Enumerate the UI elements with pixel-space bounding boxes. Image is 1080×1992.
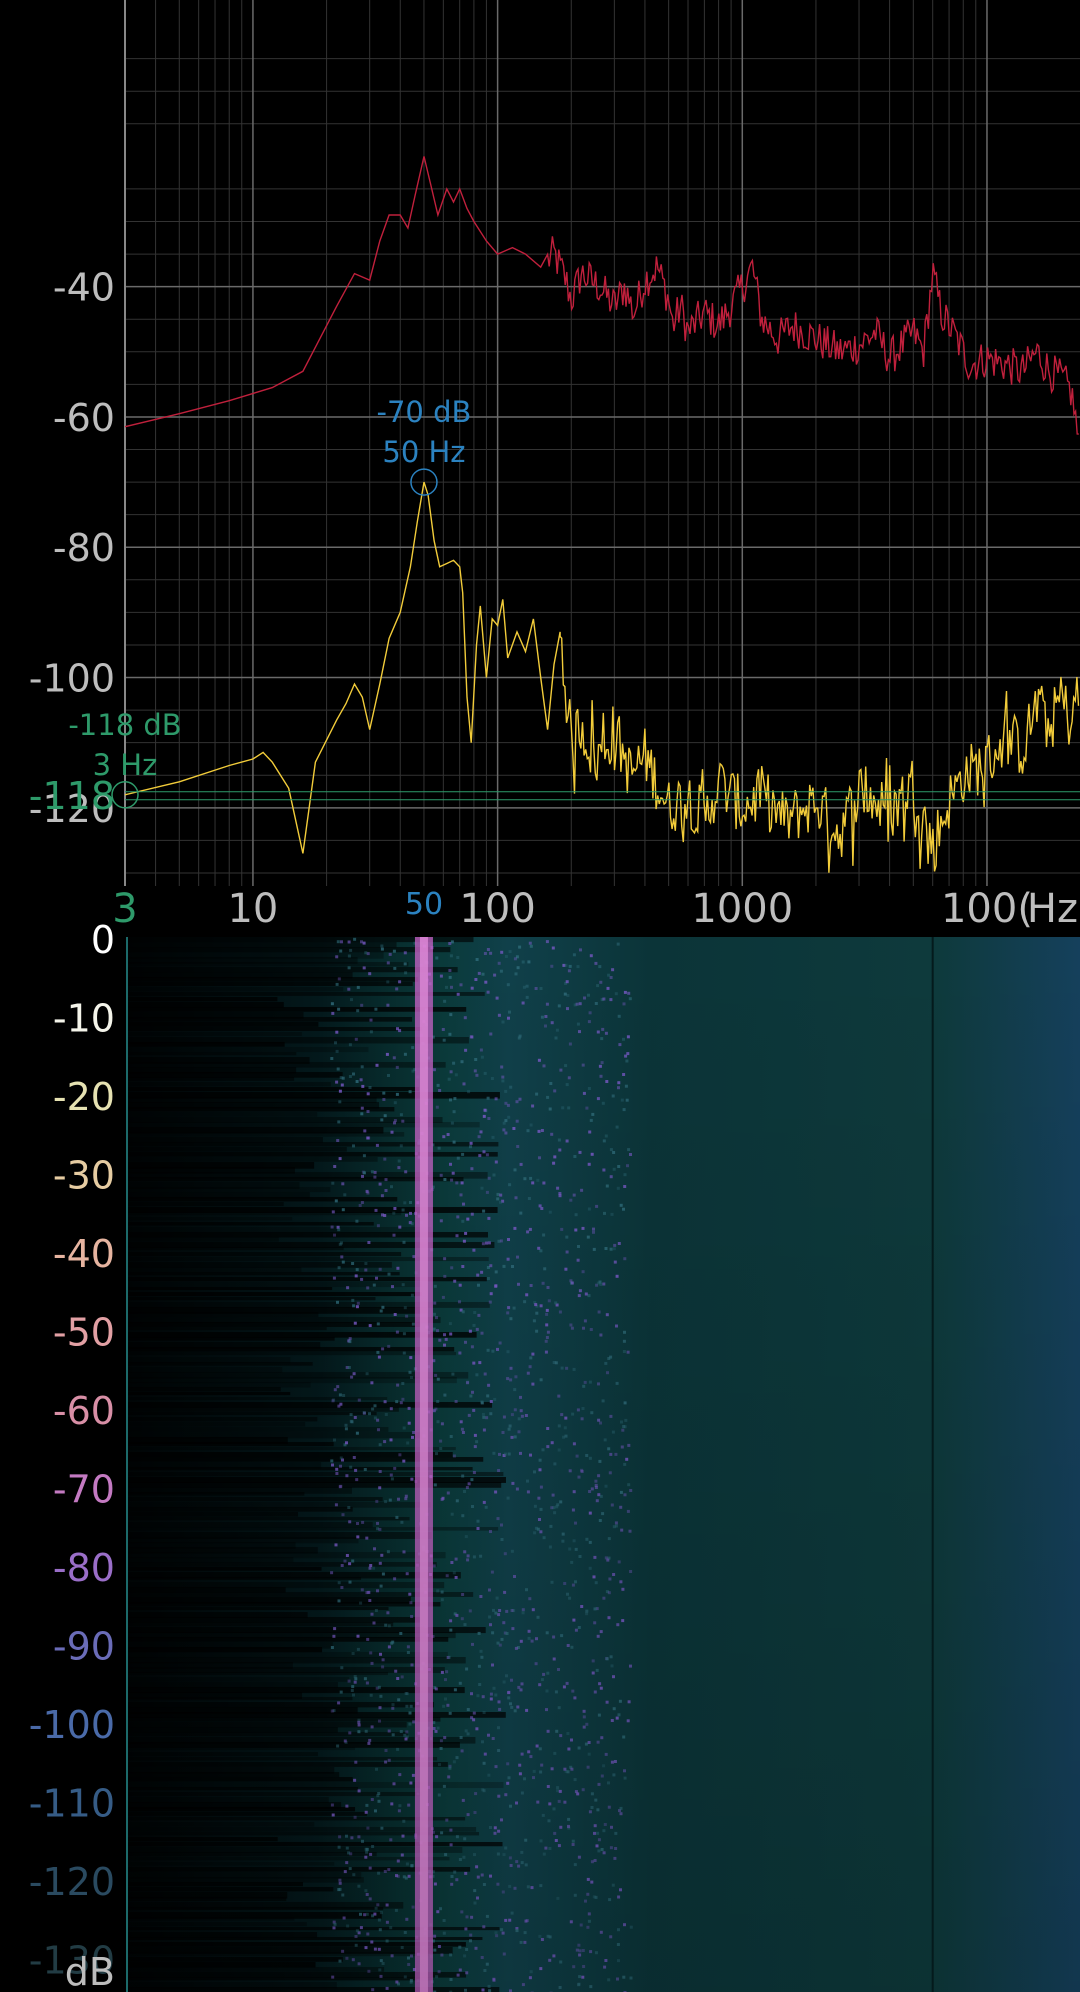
spectrogram-plot: 0 -10 -20 -30 -40 -50 -60 -70 -80 -90 -100 -110 -120… bbox=[29, 918, 1080, 1992]
spectrogram-y-tick-label: -30 bbox=[53, 1154, 115, 1198]
spectrogram-y-tick-label: -70 bbox=[53, 1468, 115, 1512]
spectrogram-y-tick-label: -120 bbox=[29, 1860, 115, 1904]
y-tick-label: -80 bbox=[53, 526, 115, 570]
spectrogram-y-tick-label: -60 bbox=[53, 1389, 115, 1433]
cursor-y-tick-label: -118 bbox=[29, 774, 115, 818]
spectrogram-y-tick-label: -40 bbox=[53, 1232, 115, 1276]
major-grid bbox=[124, 0, 1080, 886]
spectrogram-y-tick-label: 0 bbox=[91, 918, 115, 962]
cursor-x-tick-label: 3 bbox=[112, 886, 137, 932]
spectrogram-y-tick-label: -20 bbox=[53, 1075, 115, 1119]
spectrum-plot: -70 dB50 Hz-118 dB3 Hz-40-60-80-100-120-… bbox=[29, 0, 1080, 932]
spectrogram-y-tick-label: -100 bbox=[29, 1703, 115, 1747]
peak-hz-label: 50 Hz bbox=[382, 435, 465, 469]
x-tick-label: 100 bbox=[459, 886, 535, 932]
spectrogram-y-tick-label: -80 bbox=[53, 1546, 115, 1590]
spectrogram-y-tick-label: -50 bbox=[53, 1311, 115, 1355]
minor-grid bbox=[125, 0, 1080, 886]
x-tick-label: 1000 bbox=[691, 886, 793, 932]
y-tick-label: -100 bbox=[29, 657, 115, 701]
x-tick-label: 100( bbox=[941, 886, 1033, 932]
cursor-db-label: -118 dB bbox=[68, 708, 181, 742]
spectrogram-y-tick-label: -110 bbox=[29, 1782, 115, 1826]
y-tick-label: -40 bbox=[53, 266, 115, 310]
peak-db-label: -70 dB bbox=[377, 395, 472, 429]
spectrogram-unit-label: dB bbox=[65, 1950, 115, 1992]
spectrogram-shade bbox=[127, 937, 1080, 1992]
peak-x-tick-label: 50 bbox=[405, 887, 443, 922]
peak-hold-series-line bbox=[124, 156, 1079, 435]
spectrogram-y-tick-label: -10 bbox=[53, 997, 115, 1041]
y-tick-label: -60 bbox=[53, 396, 115, 440]
x-unit-label: Hz bbox=[1027, 886, 1078, 932]
spectrogram-y-tick-label: -90 bbox=[53, 1625, 115, 1669]
x-tick-label: 10 bbox=[227, 886, 278, 932]
spectrum-analyzer-view: -70 dB50 Hz-118 dB3 Hz-40-60-80-100-120-… bbox=[29, 0, 1080, 1992]
